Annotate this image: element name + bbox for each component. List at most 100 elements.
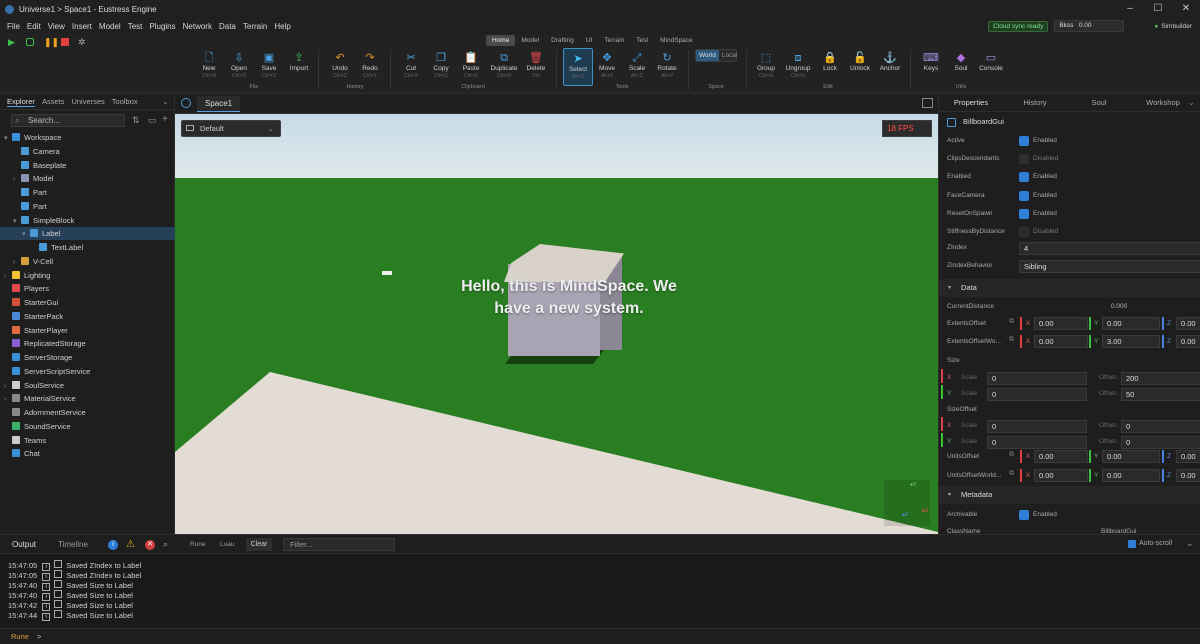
clear-button[interactable]: Clear [246, 538, 272, 551]
menu-model[interactable]: Model [99, 22, 121, 31]
panel-toggle-icon[interactable] [922, 98, 933, 108]
chevron-down-icon[interactable]: ⌄ [1186, 538, 1194, 549]
luau-filter[interactable]: Luau [220, 541, 234, 548]
user-name[interactable]: Simbuilder [1154, 23, 1192, 30]
tree-item-part[interactable]: Part [0, 186, 175, 199]
info-filter-icon[interactable]: i [108, 540, 118, 550]
play-icon[interactable]: ▶ [8, 38, 16, 47]
section-metadata[interactable]: Metadata [939, 486, 1200, 504]
expand-arrow-icon[interactable]: › [13, 173, 21, 186]
tree-item-part[interactable]: Part [0, 200, 175, 213]
menu-file[interactable]: File [7, 22, 20, 31]
menu-edit[interactable]: Edit [27, 22, 41, 31]
tree-item-model[interactable]: › Model [0, 172, 175, 185]
size-y-offset-input[interactable]: 50 [1121, 388, 1200, 401]
section-data[interactable]: Data [939, 279, 1200, 297]
menu-test[interactable]: Test [128, 22, 143, 31]
3d-viewport[interactable]: Hello, this is MindSpace. We have a new s… [175, 114, 938, 534]
sizeoffset-x-scale-input[interactable]: 0 [987, 420, 1087, 433]
tree-item-teams[interactable]: Teams [0, 434, 175, 447]
output-filter-input[interactable]: Filter... [283, 538, 395, 551]
tree-item-players[interactable]: Players [0, 282, 175, 295]
tree-item-startergui[interactable]: StarterGui [0, 296, 175, 309]
tree-item-workspace[interactable]: ▾ Workspace [0, 131, 175, 144]
stiffnessbydistance-checkbox[interactable] [1019, 227, 1029, 237]
tab-output[interactable]: Output [12, 540, 36, 549]
autoscroll-checkbox[interactable] [1128, 540, 1136, 548]
anchor-button[interactable]: ⚓ Anchor [875, 51, 905, 72]
tab-timeline[interactable]: Timeline [58, 540, 88, 549]
expand-arrow-icon[interactable]: › [4, 393, 12, 406]
tree-item-lighting[interactable]: › Lighting [0, 269, 175, 282]
cut-button[interactable]: ✂ Cut Ctrl+X [396, 51, 426, 79]
tree-item-simpleblock[interactable]: ▾ SimpleBlock [0, 214, 175, 227]
tab-ui[interactable]: UI [580, 35, 599, 46]
command-language[interactable]: Rune [11, 632, 29, 641]
tree-item-replicatedstorage[interactable]: ReplicatedStorage [0, 337, 175, 350]
add-icon[interactable]: + [162, 114, 168, 125]
stop-icon[interactable] [61, 38, 69, 46]
rotate-tool-button[interactable]: ↻ Rotate Alt+V [652, 51, 682, 79]
collapse-icon[interactable]: ▭ [148, 115, 157, 126]
units-y-input[interactable]: 0.00 [1102, 450, 1160, 463]
tree-item-starterpack[interactable]: StarterPack [0, 310, 175, 323]
extentsworld-y-input[interactable]: 3.00 [1102, 335, 1160, 348]
unitsworld-y-input[interactable]: 0.00 [1102, 469, 1160, 482]
clipsdescendants-checkbox[interactable] [1019, 154, 1029, 165]
menu-insert[interactable]: Insert [72, 22, 92, 31]
menu-help[interactable]: Help [274, 22, 290, 31]
link-icon[interactable]: ⧉ [1009, 451, 1014, 459]
command-input[interactable] [48, 631, 1188, 643]
tree-item-v-cell[interactable]: › V-Cell [0, 255, 175, 268]
select-tool-button[interactable]: ➤ Select Alt+Z [563, 48, 593, 86]
tree-item-chat[interactable]: Chat [0, 447, 175, 460]
import-button[interactable]: ⇪ Import [284, 51, 314, 72]
soul-button[interactable]: ◆ Soul [946, 51, 976, 72]
extents-z-input[interactable]: 0.00 [1176, 317, 1200, 330]
group-button[interactable]: ⬚ Group Ctrl+G [751, 51, 781, 79]
archivable-checkbox[interactable] [1019, 510, 1029, 520]
save-button[interactable]: ▣ Save Ctrl+S [254, 51, 284, 79]
error-filter-icon[interactable]: ✕ [145, 540, 155, 550]
units-x-input[interactable]: 0.00 [1034, 450, 1088, 463]
tree-item-serverscriptservice[interactable]: ServerScriptService [0, 365, 175, 378]
filter-icon[interactable]: ⇅ [132, 115, 140, 126]
rune-filter[interactable]: Rune [190, 541, 206, 548]
units-z-input[interactable]: 0.00 [1176, 450, 1200, 463]
tab-test[interactable]: Test [630, 35, 654, 46]
link-icon[interactable]: ⧉ [1009, 318, 1014, 326]
tree-item-label[interactable]: ▾ Label [0, 227, 175, 241]
delete-button[interactable]: 🗑 Delete Del [521, 51, 551, 79]
active-checkbox[interactable] [1019, 136, 1029, 146]
tree-item-materialservice[interactable]: › MaterialService [0, 392, 175, 405]
size-x-scale-input[interactable]: 0 [987, 372, 1087, 385]
chevron-down-icon[interactable]: ⌄ [162, 97, 169, 106]
new-button[interactable]: 🗋 New Ctrl+N [194, 51, 224, 79]
keys-button[interactable]: ⌨ Keys [916, 51, 946, 72]
lock-button[interactable]: 🔒 Lock [815, 51, 845, 72]
tab-home[interactable]: Home [486, 35, 516, 46]
copy-button[interactable]: ❐ Copy Ctrl+C [426, 51, 456, 79]
search-icon[interactable]: ⌕ [163, 539, 168, 550]
open-button[interactable]: ⇩ Open Ctrl+O [224, 51, 254, 79]
maximize-icon[interactable]: ☐ [1144, 0, 1172, 18]
zindexbehavior-select[interactable]: Sibling [1019, 260, 1200, 273]
axis-gizmo[interactable]: ●Y ●X ●Z [884, 480, 930, 526]
tab-drafting[interactable]: Drafting [545, 35, 580, 46]
extents-y-input[interactable]: 0.00 [1102, 317, 1160, 330]
tab-mindspace[interactable]: MindSpace [654, 35, 699, 46]
tab-properties[interactable]: Properties [939, 98, 1003, 107]
move-tool-button[interactable]: ✥ Move Alt+X [592, 51, 622, 79]
redo-button[interactable]: ↷ Redo Ctrl+Y [355, 51, 385, 79]
unitsworld-z-input[interactable]: 0.00 [1176, 469, 1200, 482]
tree-item-camera[interactable]: Camera [0, 145, 175, 158]
size-x-offset-input[interactable]: 200 [1121, 372, 1200, 385]
settings-icon[interactable]: ✲ [78, 38, 86, 47]
billboard-text[interactable]: Hello, this is MindSpace. We have a new s… [435, 276, 703, 320]
tree-item-serverstorage[interactable]: ServerStorage [0, 351, 175, 364]
expand-arrow-icon[interactable]: › [4, 380, 12, 393]
tab-toolbox[interactable]: Toolbox [112, 97, 138, 106]
sizeoffset-x-offset-input[interactable]: 0 [1121, 420, 1200, 433]
enabled-checkbox[interactable] [1019, 172, 1029, 183]
pause-icon[interactable]: ❚❚ [44, 38, 59, 47]
